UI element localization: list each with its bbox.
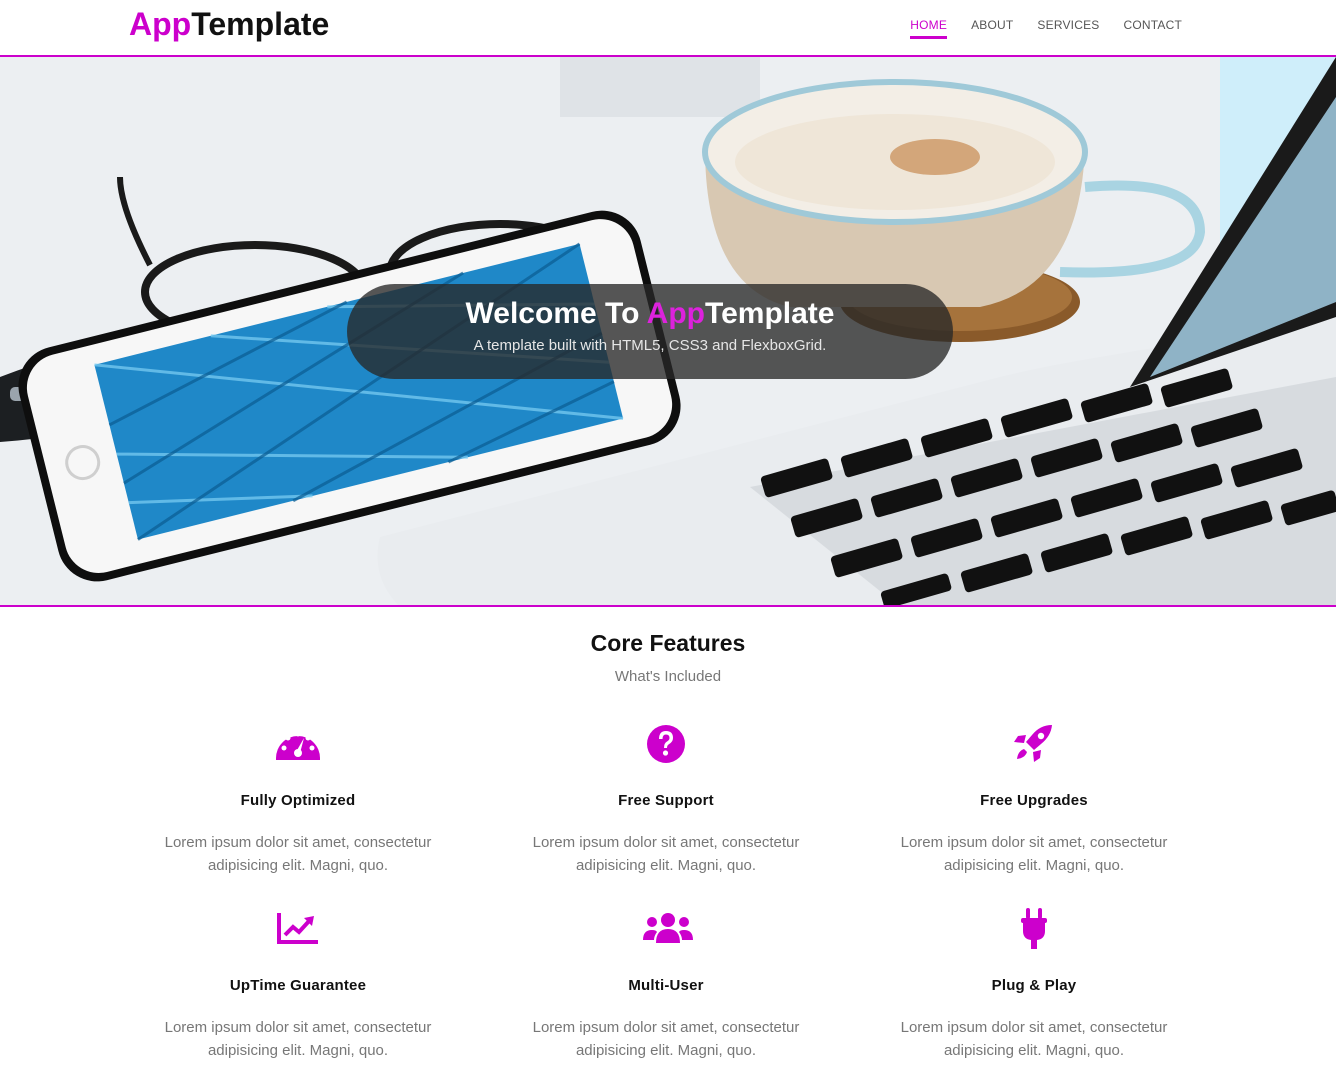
feature-text: Lorem ipsum dolor sit amet, consectetur … [532,1019,800,1059]
feature-card: Plug & Play Lorem ipsum dolor sit amet, … [864,907,1204,1062]
feature-card: Free Support Lorem ipsum dolor sit amet,… [496,722,836,877]
tachometer-icon [274,722,322,766]
feature-title: Free Upgrades [980,792,1088,809]
feature-card: Free Upgrades Lorem ipsum dolor sit amet… [864,722,1204,877]
hero-overlay: Welcome To AppTemplate A template built … [347,284,953,379]
users-icon [642,907,693,951]
question-circle-icon [642,722,690,766]
feature-title: UpTime Guarantee [229,977,367,994]
nav-services[interactable]: SERVICES [1037,0,1099,37]
feature-title: Multi-User [628,977,704,994]
features-title: Core Features [590,630,746,656]
logo-accent: App [129,6,192,42]
nav-contact-label: CONTACT [1123,18,1182,32]
feature-text: Lorem ipsum dolor sit amet, consectetur … [532,834,800,874]
feature-title: Plug & Play [991,977,1077,994]
rocket-icon [1010,722,1058,766]
site-header: AppTemplate HOME ABOUT SERVICES CONTACT [0,0,1336,57]
nav-home-label: HOME [910,18,948,39]
hero-title-rest: Template [705,297,835,330]
hero-section: Welcome To AppTemplate A template built … [0,57,1336,607]
site-logo[interactable]: AppTemplate [129,4,329,44]
chart-line-icon [274,907,322,951]
feature-card: Fully Optimized Lorem ipsum dolor sit am… [128,722,468,877]
logo-rest: Template [191,6,330,42]
hero-subtitle: A template built with HTML5, CSS3 and Fl… [473,337,827,354]
main-nav: HOME ABOUT SERVICES CONTACT [886,0,1182,55]
feature-title: Free Support [618,792,714,809]
nav-home[interactable]: HOME [910,0,948,39]
plug-icon [1010,907,1058,951]
nav-services-label: SERVICES [1037,18,1100,32]
nav-about[interactable]: ABOUT [971,0,1013,37]
nav-contact[interactable]: CONTACT [1123,0,1182,37]
feature-text: Lorem ipsum dolor sit amet, consectetur … [900,834,1168,874]
feature-title: Fully Optimized [240,792,356,809]
nav-about-label: ABOUT [971,18,1014,32]
features-subtitle: What's Included [614,668,722,685]
feature-card: UpTime Guarantee Lorem ipsum dolor sit a… [128,907,468,1062]
feature-text: Lorem ipsum dolor sit amet, consectetur … [164,1019,432,1059]
feature-text: Lorem ipsum dolor sit amet, consectetur … [164,834,432,874]
hero-title-prefix: Welcome To [465,297,647,330]
hero-title: Welcome To AppTemplate [347,296,953,332]
hero-title-accent: App [646,297,705,330]
feature-card: Multi-User Lorem ipsum dolor sit amet, c… [496,907,836,1062]
feature-text: Lorem ipsum dolor sit amet, consectetur … [900,1019,1168,1059]
